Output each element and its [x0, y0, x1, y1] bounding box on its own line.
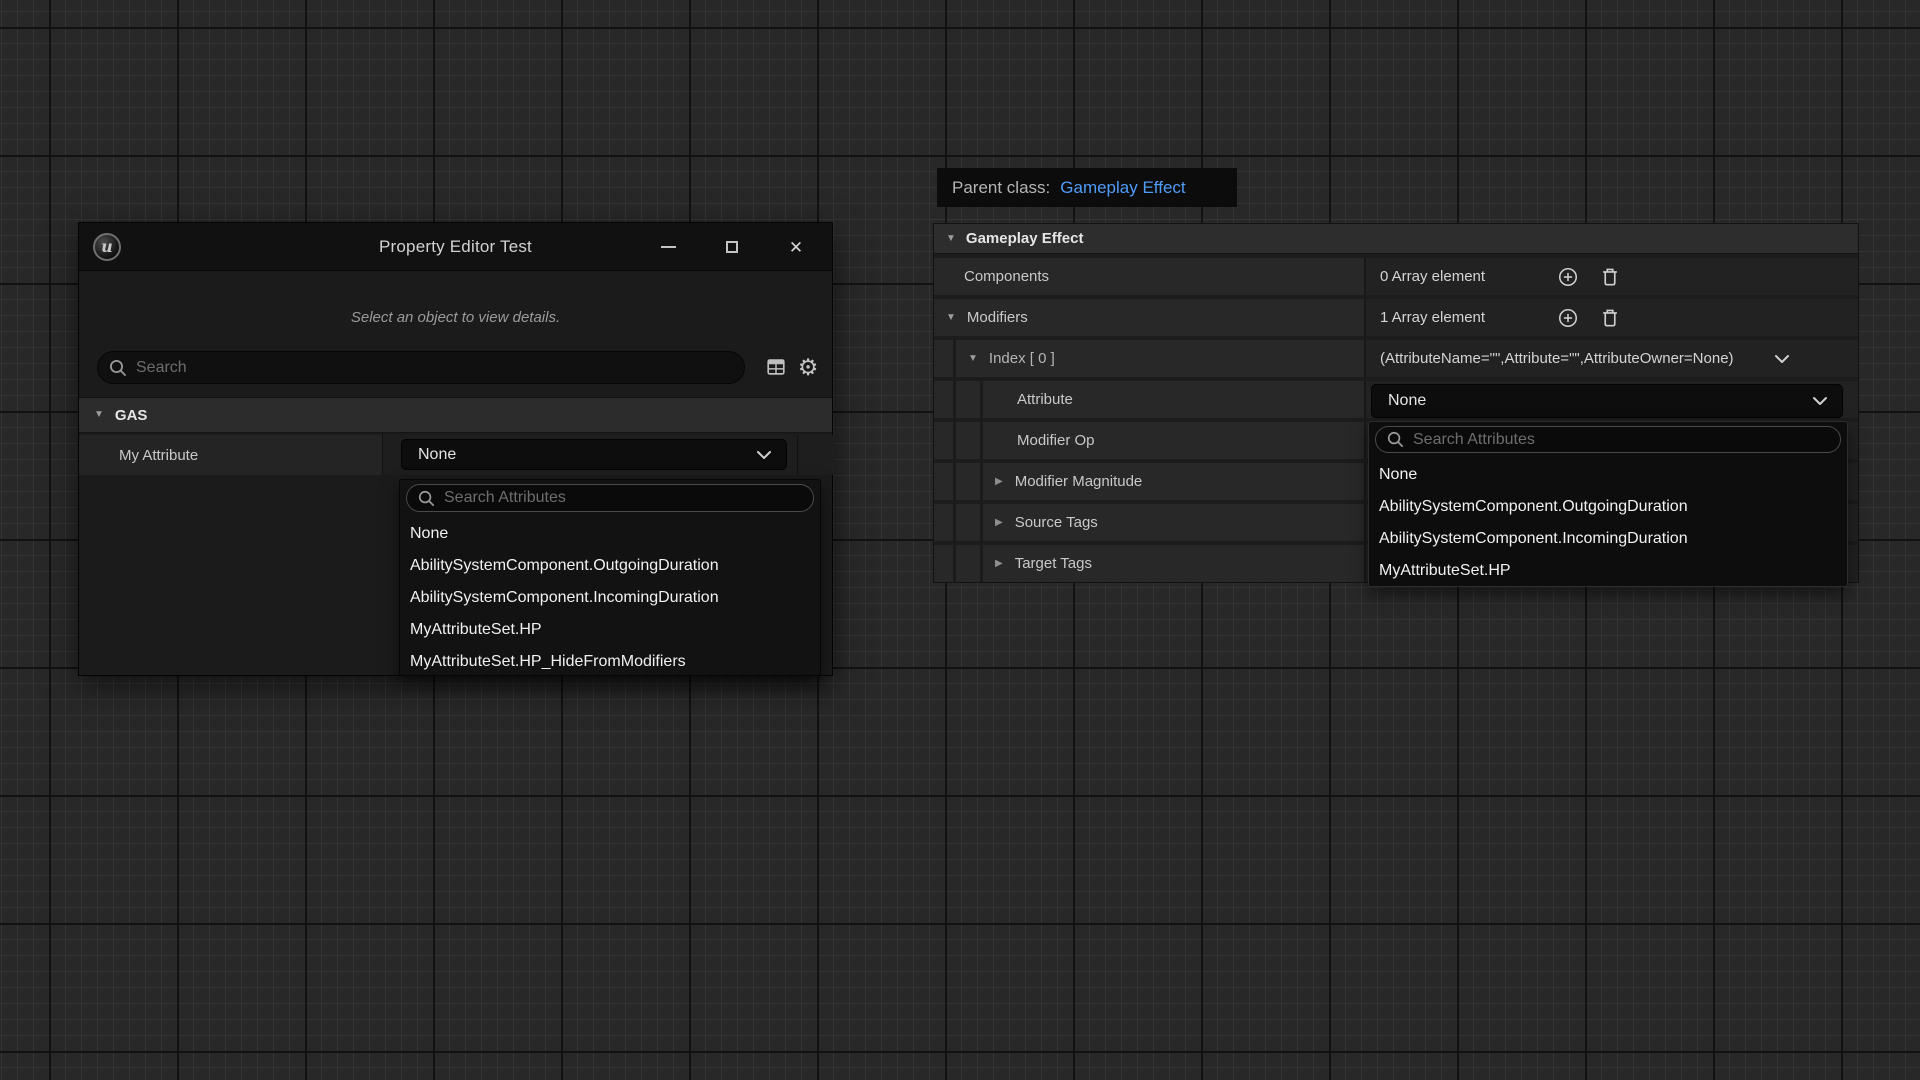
empty-selection-message: Select an object to view details. — [79, 309, 832, 326]
table-view-button[interactable] — [763, 354, 789, 380]
maximize-button[interactable] — [718, 233, 746, 261]
parent-class-label: Parent class: — [952, 178, 1050, 198]
details-search-bar[interactable] — [97, 351, 745, 384]
expander-right-icon[interactable]: ▶ — [995, 559, 1003, 569]
column-divider — [797, 435, 798, 475]
row-label: Modifiers — [967, 309, 1028, 326]
ue-blueprint-canvas[interactable]: { "glyphs": { "logo": "u", "close": "✕",… — [0, 0, 1920, 1080]
category-label: GAS — [115, 407, 148, 424]
add-element-button[interactable] — [1556, 306, 1580, 330]
combobox-value: None — [418, 446, 456, 464]
menu-item[interactable]: AbilitySystemComponent.IncomingDuration — [1369, 523, 1847, 555]
delete-elements-button[interactable] — [1598, 265, 1622, 289]
add-element-button[interactable] — [1556, 265, 1580, 289]
search-icon — [1386, 430, 1405, 449]
menu-item[interactable]: None — [400, 518, 820, 550]
row-value: 0 Array element — [1380, 268, 1485, 285]
menu-item[interactable]: None — [1369, 459, 1847, 491]
expander-right-icon[interactable]: ▶ — [995, 518, 1003, 528]
property-label: My Attribute — [119, 447, 198, 464]
menu-item[interactable]: MyAttributeSet.HP — [1369, 555, 1847, 587]
row-label: Components — [964, 268, 1049, 285]
search-icon — [108, 358, 128, 378]
expander-down-icon[interactable]: ▼ — [94, 410, 104, 420]
attribute-search-input[interactable] — [436, 489, 813, 507]
close-button[interactable]: ✕ — [782, 233, 810, 261]
chevron-down-icon[interactable] — [1774, 354, 1790, 364]
trash-icon — [1599, 266, 1621, 288]
add-element-icon — [1557, 307, 1579, 329]
unreal-logo-icon[interactable]: u — [93, 233, 121, 261]
menu-item[interactable]: MyAttributeSet.HP_HideFromModifiers — [400, 646, 820, 678]
expander-down-icon[interactable]: ▼ — [946, 313, 956, 323]
row-index-0: ▼ Index [ 0 ] (AttributeName="",Attribut… — [934, 340, 1858, 377]
maximize-icon — [726, 241, 738, 253]
attribute-search-bar[interactable] — [406, 484, 814, 512]
my-attribute-combobox[interactable]: None — [401, 439, 787, 470]
attribute-combobox[interactable]: None — [1371, 384, 1843, 418]
row-modifiers: ▼ Modifiers 1 Array element — [934, 299, 1858, 336]
settings-button[interactable]: ⚙ — [795, 354, 821, 380]
add-element-icon — [1557, 266, 1579, 288]
attribute-dropdown-menu: None AbilitySystemComponent.OutgoingDura… — [399, 479, 821, 676]
row-label: Modifier Op — [1017, 432, 1095, 449]
chevron-down-icon — [1812, 396, 1828, 406]
attribute-search-input[interactable] — [1405, 431, 1840, 449]
search-input[interactable] — [128, 359, 744, 377]
close-icon: ✕ — [789, 239, 803, 256]
property-editor-window: u Property Editor Test ✕ Select an objec… — [78, 222, 833, 676]
attribute-search-bar[interactable] — [1375, 426, 1841, 453]
minimize-button[interactable] — [654, 233, 682, 261]
category-label: Gameplay Effect — [966, 230, 1084, 247]
minimize-icon — [661, 246, 676, 248]
expander-right-icon[interactable]: ▶ — [995, 477, 1003, 487]
category-header-gameplay-effect[interactable]: ▼ Gameplay Effect — [934, 224, 1858, 254]
attribute-option-list: None AbilitySystemComponent.OutgoingDura… — [400, 518, 820, 678]
parent-class-link[interactable]: Gameplay Effect — [1060, 178, 1185, 198]
row-label: Index [ 0 ] — [989, 350, 1055, 367]
menu-item[interactable]: MyAttributeSet.HP — [400, 614, 820, 646]
combobox-value: None — [1388, 392, 1426, 410]
table-view-icon — [765, 356, 787, 378]
attribute-dropdown-menu: None AbilitySystemComponent.OutgoingDura… — [1368, 421, 1848, 587]
search-icon — [417, 489, 436, 508]
attribute-option-list: None AbilitySystemComponent.OutgoingDura… — [1369, 459, 1847, 587]
delete-elements-button[interactable] — [1598, 306, 1622, 330]
expander-down-icon[interactable]: ▼ — [946, 234, 956, 244]
title-bar[interactable]: u Property Editor Test ✕ — [79, 223, 832, 271]
row-label: Attribute — [1017, 391, 1073, 408]
category-header-gas[interactable]: ▼ GAS — [79, 397, 832, 433]
property-name-cell: My Attribute — [79, 435, 383, 475]
row-label: Target Tags — [1015, 555, 1092, 572]
row-value: 1 Array element — [1380, 309, 1485, 326]
gear-icon: ⚙ — [798, 356, 819, 379]
menu-item[interactable]: AbilitySystemComponent.IncomingDuration — [400, 582, 820, 614]
row-label: Modifier Magnitude — [1015, 473, 1143, 490]
menu-item[interactable]: AbilitySystemComponent.OutgoingDuration — [1369, 491, 1847, 523]
chevron-down-icon — [756, 450, 772, 460]
trash-icon — [1599, 307, 1621, 329]
row-label: Source Tags — [1015, 514, 1098, 531]
row-components: Components 0 Array element — [934, 258, 1858, 295]
menu-item[interactable]: AbilitySystemComponent.OutgoingDuration — [400, 550, 820, 582]
expander-down-icon[interactable]: ▼ — [968, 354, 978, 364]
parent-class-badge: Parent class: Gameplay Effect — [937, 168, 1237, 207]
row-value: (AttributeName="",Attribute="",Attribute… — [1380, 350, 1734, 367]
